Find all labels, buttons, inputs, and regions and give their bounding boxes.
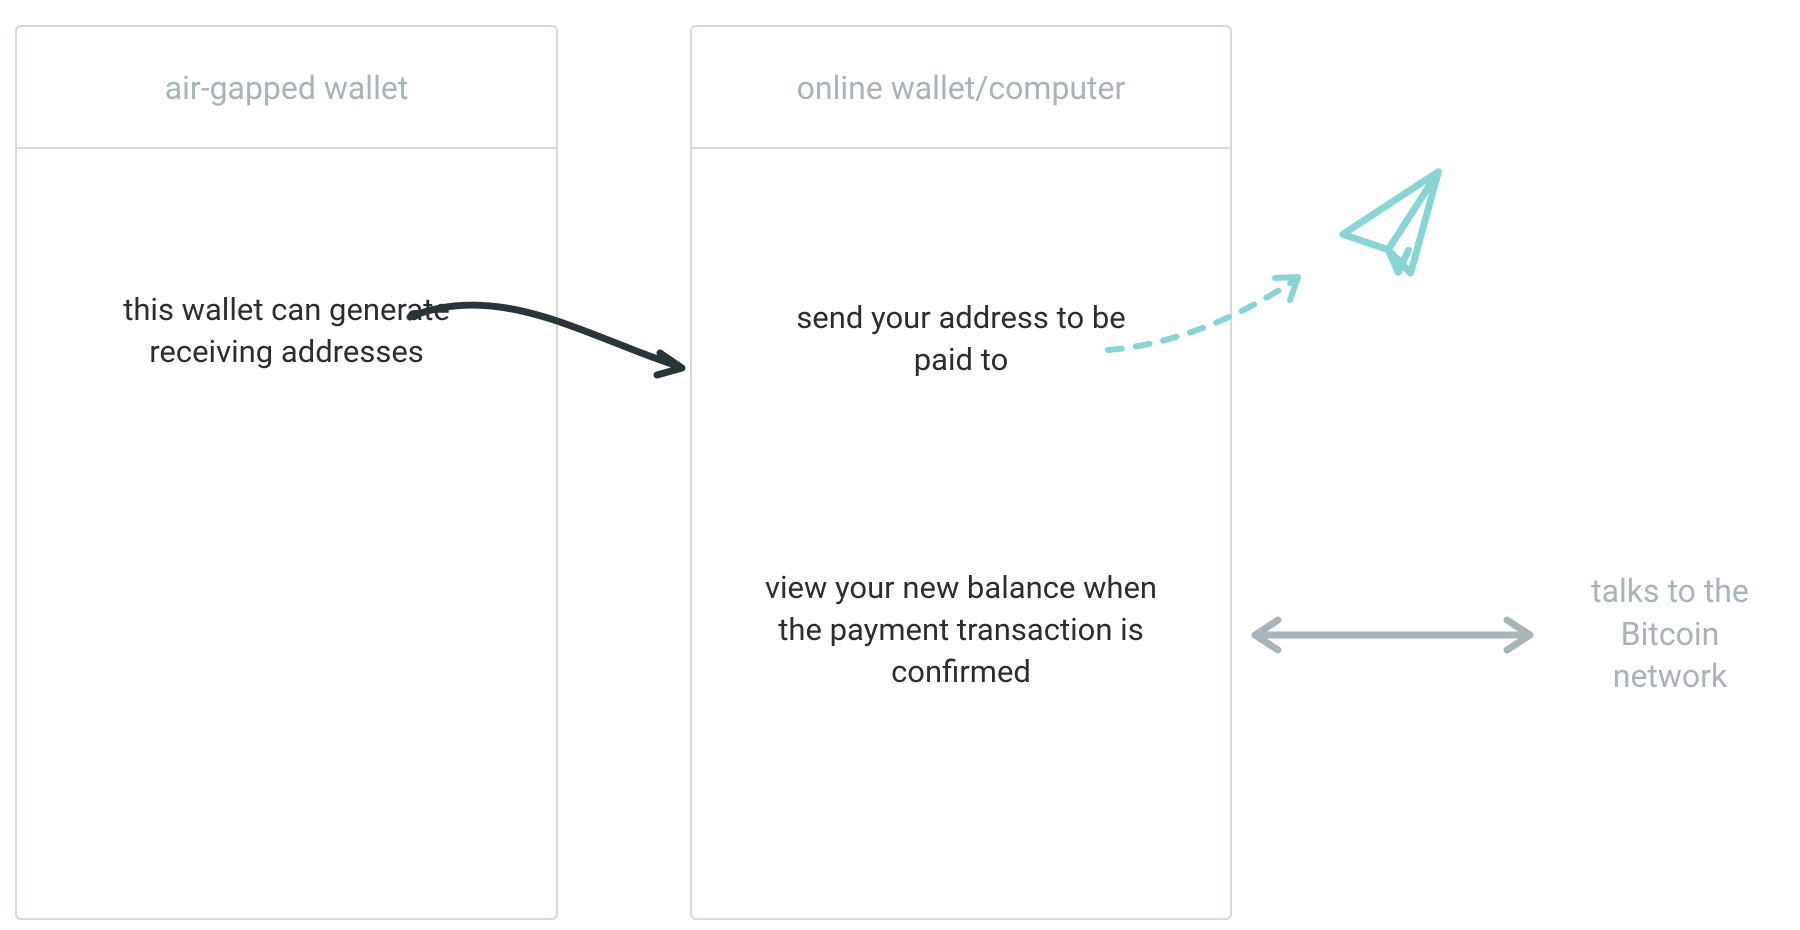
- paper-plane-icon: [1335, 172, 1455, 284]
- generate-addresses-text: this wallet can generate receiving addre…: [67, 289, 507, 373]
- diagram-container: air-gapped wallet this wallet can genera…: [0, 0, 1800, 930]
- online-wallet-box: online wallet/computer send your address…: [690, 25, 1232, 920]
- send-address-text: send your address to be paid to: [781, 297, 1141, 381]
- view-balance-text: view your new balance when the payment t…: [741, 567, 1181, 693]
- online-wallet-body: send your address to be paid to view you…: [692, 149, 1230, 918]
- online-wallet-header: online wallet/computer: [692, 27, 1230, 149]
- arrow-balance-network-icon: [1255, 620, 1530, 650]
- air-gapped-wallet-header: air-gapped wallet: [17, 27, 556, 149]
- bitcoin-network-text: talks to the Bitcoin network: [1560, 570, 1780, 698]
- air-gapped-wallet-body: this wallet can generate receiving addre…: [17, 149, 556, 918]
- air-gapped-wallet-box: air-gapped wallet this wallet can genera…: [15, 25, 558, 920]
